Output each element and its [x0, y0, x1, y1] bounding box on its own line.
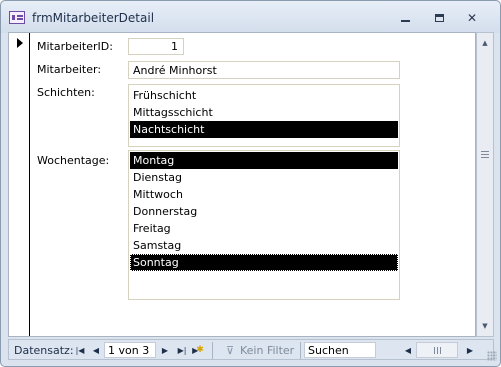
- shifts-listbox[interactable]: Frühschicht Mittagsschicht Nachtschicht: [128, 84, 400, 147]
- form-detail-section: MitarbeiterID: 1 Mitarbeiter: André Minh…: [8, 32, 476, 337]
- weekdays-label: Wochentage:: [37, 154, 110, 167]
- maximize-button[interactable]: [428, 10, 450, 26]
- horizontal-scrollbar[interactable]: [416, 342, 458, 358]
- last-record-button[interactable]: ▶|: [175, 343, 189, 357]
- record-label: Datensatz:: [14, 344, 74, 357]
- title-bar[interactable]: frmMitarbeiterDetail ✕: [1, 1, 500, 33]
- scroll-grip-icon[interactable]: [481, 151, 489, 158]
- shift-item-nachtschicht[interactable]: Nachtschicht: [130, 121, 398, 138]
- shifts-label: Schichten:: [37, 86, 95, 99]
- employee-id-label: MitarbeiterID:: [37, 40, 113, 53]
- next-record-button[interactable]: ▶: [158, 343, 172, 357]
- no-filter-icon: ⊽: [225, 343, 235, 357]
- nav-divider: [300, 342, 301, 359]
- employee-field[interactable]: André Minhorst: [128, 61, 400, 79]
- minimize-button[interactable]: [394, 10, 416, 26]
- window-title: frmMitarbeiterDetail: [32, 11, 155, 25]
- first-record-button[interactable]: |◀: [73, 343, 87, 357]
- nav-divider: [212, 342, 213, 359]
- weekday-item-samstag[interactable]: Samstag: [130, 237, 398, 254]
- search-input[interactable]: Suchen: [304, 342, 376, 358]
- filter-status-button[interactable]: Kein Filter: [240, 344, 294, 357]
- form-icon: [9, 11, 25, 24]
- shift-item-mittagsschicht[interactable]: Mittagsschicht: [130, 104, 398, 121]
- weekday-item-freitag[interactable]: Freitag: [130, 220, 398, 237]
- weekday-item-dienstag[interactable]: Dienstag: [130, 169, 398, 186]
- last-record-icon: ▶|: [177, 345, 187, 355]
- record-selector[interactable]: [9, 33, 30, 336]
- scroll-up-icon[interactable]: ▲: [478, 35, 492, 51]
- record-position-field[interactable]: 1 von 3: [104, 342, 156, 358]
- new-record-button[interactable]: ▶ ✱: [191, 343, 205, 357]
- first-record-icon: |◀: [75, 345, 85, 355]
- previous-record-button[interactable]: ◀: [89, 343, 103, 357]
- scroll-left-icon[interactable]: ◀: [401, 342, 415, 358]
- scroll-right-icon[interactable]: ▶: [463, 342, 477, 358]
- maximize-icon: [434, 14, 444, 22]
- minimize-icon: [400, 20, 410, 22]
- employee-id-field[interactable]: 1: [128, 38, 184, 55]
- weekday-item-sonntag[interactable]: Sonntag: [130, 254, 398, 271]
- current-record-icon: [17, 38, 23, 48]
- scroll-down-icon[interactable]: ▼: [478, 318, 492, 334]
- weekday-item-montag[interactable]: Montag: [130, 152, 398, 169]
- next-record-icon: ▶: [161, 345, 169, 355]
- shift-item-fruehschicht[interactable]: Frühschicht: [130, 87, 398, 104]
- form-window: frmMitarbeiterDetail ✕ MitarbeiterID: 1 …: [0, 0, 501, 367]
- close-button[interactable]: ✕: [461, 10, 483, 26]
- resize-grip-icon[interactable]: [487, 351, 497, 361]
- previous-record-icon: ◀: [92, 345, 100, 355]
- weekday-item-mittwoch[interactable]: Mittwoch: [130, 186, 398, 203]
- new-record-star-icon: ✱: [196, 345, 204, 355]
- vertical-scrollbar[interactable]: ▲ ▼: [476, 32, 494, 337]
- record-navigation-bar: Datensatz: |◀ ◀ 1 von 3 ▶ ▶| ▶ ✱ ⊽ Kein F…: [8, 339, 494, 360]
- weekday-item-donnerstag[interactable]: Donnerstag: [130, 203, 398, 220]
- horizontal-scroll-grip-icon[interactable]: [434, 347, 441, 354]
- employee-label: Mitarbeiter:: [37, 63, 102, 76]
- close-icon: ✕: [466, 11, 478, 25]
- weekdays-listbox[interactable]: Montag Dienstag Mittwoch Donnerstag Frei…: [128, 150, 400, 300]
